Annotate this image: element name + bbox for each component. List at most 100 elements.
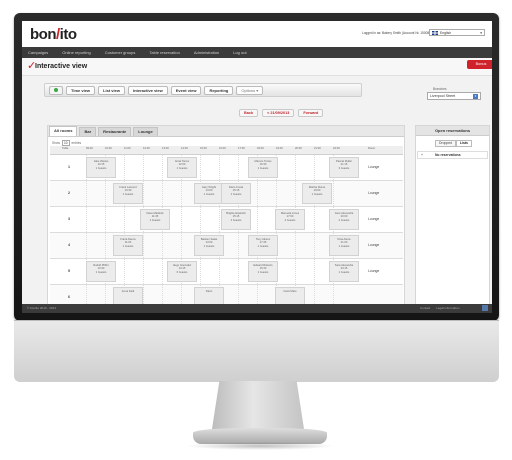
time-gridline (143, 285, 144, 304)
reservation-block[interactable]: Frank Aikens 11:00 1 Guests (113, 235, 143, 256)
reservation-block[interactable]: Bastien Salas 13:00 1 Guests (194, 235, 224, 256)
scroll-top-icon[interactable] (482, 305, 488, 311)
time-view-button[interactable]: Time view (66, 85, 96, 95)
reservation-block[interactable]: Jake Weeks 10:15 1 Guests (86, 157, 116, 178)
dropped-toggle[interactable]: Dropped (435, 140, 457, 147)
reservation-block[interactable]: Martha Flores 19:00 1 Guests (302, 183, 332, 204)
column-header-table: Table (62, 147, 69, 150)
reservation-block[interactable]: Gary Wright 13:00 1 Guests (194, 183, 224, 204)
table-number: 4 (68, 243, 70, 247)
reporting-button[interactable]: Reporting (204, 85, 234, 95)
nav-log-out[interactable]: Log out (233, 50, 246, 55)
time-gridline (314, 155, 315, 180)
status-icon[interactable] (49, 85, 63, 95)
reservation-guests: 1 Guests (311, 192, 323, 196)
time-gridline (181, 285, 182, 304)
rooms-panel: All rooms Bar Restaurante Lounge Show 10… (47, 125, 405, 305)
bonus-button[interactable]: Bonus (467, 60, 492, 69)
tab-lounge[interactable]: Lounge (133, 127, 158, 136)
reservation-guests: 1 Guests (203, 192, 215, 196)
time-gridline (162, 259, 163, 284)
reservation-block[interactable]: Manuela Jones 17:00 2 Guests (275, 209, 305, 230)
time-gridline (200, 207, 201, 232)
time-gridline (257, 181, 258, 206)
language-select[interactable]: English ▾ (429, 29, 485, 36)
reservation-block[interactable]: Brigitte Eisebeth 15:15 4 Guests (221, 209, 251, 230)
reservation-guests: 1 Guests (149, 218, 161, 222)
reservation-guests: 3 Guests (338, 166, 350, 170)
column-header-time: 16:00 (219, 147, 226, 150)
time-gridline (124, 259, 125, 284)
nav-administration[interactable]: Administration (194, 50, 219, 55)
lists-toggle[interactable]: Lists (456, 140, 472, 147)
nav-campaigns[interactable]: Campaigns (28, 50, 48, 55)
reservation-block[interactable]: Rudolf Pfiffer 10:30 1 Guests (86, 261, 116, 282)
nav-online-reporting[interactable]: Online reporting (62, 50, 90, 55)
reservation-block[interactable]: Jane Alexandra 20:00 2 Guests (329, 209, 359, 230)
time-gridline (238, 233, 239, 258)
tab-restaurante[interactable]: Restaurante (98, 127, 132, 136)
language-value: English (440, 30, 452, 35)
reservation-guests: 1 Guests (257, 166, 269, 170)
reservation-block[interactable]: Nina Alexis 21:00 1 Guests (329, 235, 359, 256)
room-name: Lounge (368, 165, 380, 169)
column-header-time: 21:00 (314, 147, 321, 150)
reservation-block[interactable]: Carol Mare (275, 287, 305, 304)
time-gridline (219, 155, 220, 180)
column-header-time: 15:00 (200, 147, 207, 150)
reservation-block[interactable]: Dario (194, 287, 224, 304)
event-view-button[interactable]: Event view (170, 85, 202, 95)
reservation-grid: 1 Lounge Jake Weeks 10:15 1 Guests Anita Torr… (50, 155, 403, 304)
reservation-block[interactable]: Dave Maldock 11:45 1 Guests (140, 209, 170, 230)
legal-information-link[interactable]: Legal information (436, 306, 459, 310)
view-toolbar: Time view List view Interactive view Eve… (44, 83, 362, 97)
reservation-block[interactable]: Pascal Muller 21:15 3 Guests (329, 157, 359, 178)
uk-flag-icon (432, 30, 438, 35)
column-header-time: 22:00 (333, 147, 340, 150)
time-gridline (143, 181, 144, 206)
time-gridline (238, 155, 239, 180)
column-header-time: 12:00 (143, 147, 150, 150)
reservation-block[interactable]: Tony Aikens 17:45 1 Guests (248, 235, 278, 256)
reservation-guests: 2 Guests (338, 218, 350, 222)
reservation-block[interactable]: Edward Roberts 16:30 1 Guests (248, 261, 278, 282)
time-gridline (257, 285, 258, 304)
reservation-block[interactable]: Marcos Torres 16:30 1 Guests (248, 157, 278, 178)
branch-select[interactable]: Liverpool Street ▾ (427, 92, 481, 100)
interactive-view-button[interactable]: Interactive view (127, 85, 168, 95)
logo[interactable]: bon/ito (30, 26, 77, 43)
reservation-block[interactable]: Sara Alexandra 20:15 1 Guests (329, 261, 359, 282)
back-button[interactable]: Back (239, 109, 259, 117)
date-picker[interactable]: < 21/09/2013 (262, 109, 295, 117)
reservation-block[interactable]: Dario Costa 15:15 1 Guests (221, 183, 251, 204)
table-number: 3 (68, 217, 70, 221)
time-gridline (219, 207, 220, 232)
footer-links: Contact Legal information (420, 306, 459, 310)
reservation-block[interactable]: Anita Torres 12:00 1 Guests (167, 157, 197, 178)
time-gridline (162, 285, 163, 304)
contact-link[interactable]: Contact (420, 306, 430, 310)
reservation-block[interactable]: Hugo Gonzalez 13:15 6 Guests (167, 261, 197, 282)
reservation-guests: 1 Guests (176, 166, 188, 170)
time-gridline (105, 207, 106, 232)
nav-customer-groups[interactable]: Customer groups (105, 50, 136, 55)
time-gridline (333, 181, 334, 206)
no-reservations-row[interactable]: + No reservations (417, 151, 488, 159)
tab-bar[interactable]: Bar (79, 127, 97, 136)
reservation-name: Dario (205, 290, 213, 293)
options-dropdown[interactable]: Options ▾ (236, 85, 264, 95)
top-navigation: Campaigns Online reporting Customer grou… (22, 47, 492, 58)
reservation-block[interactable]: Anna Kadi (113, 287, 143, 304)
column-header-time: 18:00 (257, 147, 264, 150)
table-number: 2 (68, 191, 70, 195)
time-gridline (162, 233, 163, 258)
list-view-button[interactable]: List view (98, 85, 125, 95)
column-header-time: 10:00 (105, 147, 112, 150)
reservation-block[interactable]: Frank Lamond 10:30 1 Guests (113, 183, 143, 204)
time-gridline (162, 155, 163, 180)
forward-button[interactable]: Forward (298, 109, 324, 117)
nav-table-reservation[interactable]: Table reservation (149, 50, 179, 55)
time-gridline (257, 207, 258, 232)
no-reservations-text: No reservations (434, 153, 461, 157)
tab-all-rooms[interactable]: All rooms (49, 126, 78, 136)
